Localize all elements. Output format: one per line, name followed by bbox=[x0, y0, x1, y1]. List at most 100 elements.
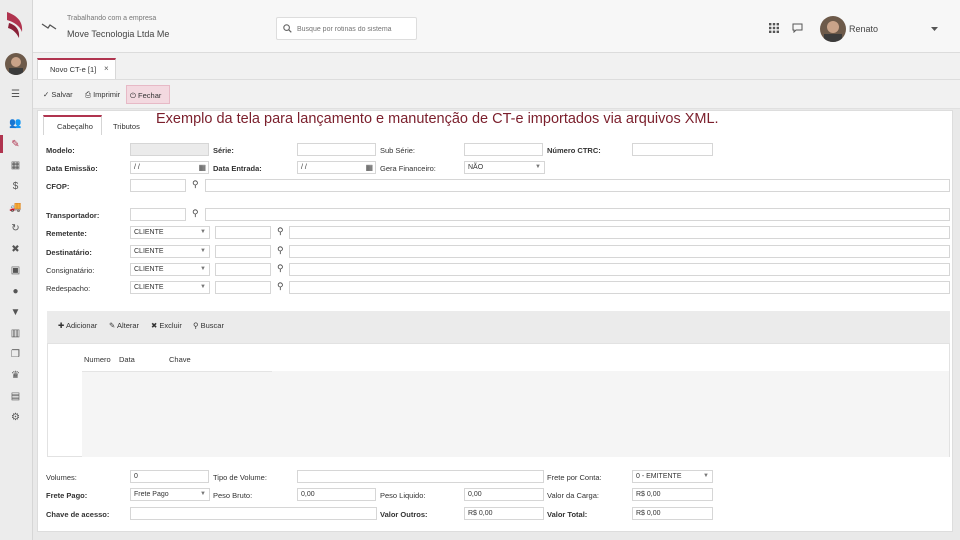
data-emissao-label: Data Emissão: bbox=[46, 164, 98, 173]
dropdown-arrow-icon: ▼ bbox=[535, 164, 541, 170]
dropdown-arrow-icon: ▼ bbox=[200, 229, 206, 235]
x-icon: ✖ bbox=[151, 321, 158, 330]
column-header[interactable]: Chave bbox=[169, 355, 191, 364]
settings-icon[interactable]: ⚙ bbox=[9, 412, 22, 423]
close-button[interactable]: ⏻ Fechar bbox=[126, 85, 170, 104]
remetente-name-field[interactable] bbox=[289, 226, 950, 239]
redespacho-lookup-icon[interactable]: ⚲ bbox=[277, 281, 284, 292]
frete-pago-value: Frete Pago bbox=[134, 491, 169, 498]
calculator-icon[interactable]: ▦ bbox=[9, 160, 22, 171]
crown-icon[interactable]: ♛ bbox=[9, 370, 22, 381]
frete-por-conta-select[interactable]: 0 - EMITENTE ▼ bbox=[632, 470, 713, 483]
truck-icon[interactable]: 🚚 bbox=[9, 202, 22, 213]
frete-pago-select[interactable]: Frete Pago ▼ bbox=[130, 488, 210, 501]
modelo-field[interactable] bbox=[130, 143, 209, 156]
valor-carga-field[interactable]: R$ 0,00 bbox=[632, 488, 713, 501]
tipo-volume-field[interactable] bbox=[297, 470, 544, 483]
data-emissao-field[interactable]: / / ▦ bbox=[130, 161, 209, 174]
numero-ctrc-field[interactable] bbox=[632, 143, 713, 156]
data-entrada-field[interactable]: / / ▦ bbox=[297, 161, 376, 174]
users-icon[interactable]: 👥 bbox=[9, 118, 22, 129]
valor-outros-field[interactable]: R$ 0,00 bbox=[464, 507, 544, 520]
user-name[interactable]: Renato bbox=[849, 24, 878, 34]
tab-label: Novo CT-e [1] bbox=[50, 65, 97, 74]
power-icon: ⏻ bbox=[130, 91, 136, 100]
dollar-icon[interactable]: $ bbox=[9, 181, 22, 192]
menu-toggle-icon[interactable]: ☰ bbox=[9, 89, 22, 100]
remetente-lookup-icon[interactable]: ⚲ bbox=[277, 226, 284, 237]
consignatario-lookup-icon[interactable]: ⚲ bbox=[277, 263, 284, 274]
cfop-code-field[interactable] bbox=[130, 179, 186, 192]
delete-button[interactable]: ✖ Excluir bbox=[151, 321, 182, 330]
filter-icon[interactable]: ▼ bbox=[9, 307, 22, 318]
serie-label: Série: bbox=[213, 146, 234, 155]
redespacho-type-select[interactable]: CLIENTE ▼ bbox=[130, 281, 210, 294]
cfop-description-field[interactable] bbox=[205, 179, 950, 192]
app-logo[interactable] bbox=[4, 10, 26, 40]
apps-grid-icon[interactable] bbox=[769, 23, 779, 33]
column-header[interactable]: Data bbox=[119, 355, 135, 364]
close-tab-icon[interactable]: × bbox=[104, 64, 109, 73]
peso-bruto-field[interactable]: 0,00 bbox=[297, 488, 376, 501]
tools-icon[interactable]: ✎ bbox=[9, 139, 22, 150]
valor-total-field[interactable]: R$ 0,00 bbox=[632, 507, 713, 520]
id-card-icon[interactable]: ▣ bbox=[9, 265, 22, 276]
transportador-lookup-icon[interactable]: ⚲ bbox=[192, 208, 199, 219]
sidebar-avatar[interactable] bbox=[5, 53, 27, 75]
volumes-field[interactable]: 0 bbox=[130, 470, 209, 483]
coins-icon[interactable]: ● bbox=[9, 286, 22, 297]
calendar-icon[interactable]: ▦ bbox=[198, 162, 206, 173]
search-input[interactable] bbox=[295, 21, 415, 37]
edit-label: Alterar bbox=[116, 321, 140, 330]
remetente-code-field[interactable] bbox=[215, 226, 271, 239]
consignatario-code-field[interactable] bbox=[215, 263, 271, 276]
destinatario-code-field[interactable] bbox=[215, 245, 271, 258]
transportador-label: Transportador: bbox=[46, 211, 100, 220]
remetente-type-select[interactable]: CLIENTE ▼ bbox=[130, 226, 210, 239]
frete-por-conta-label: Frete por Conta: bbox=[547, 473, 602, 482]
add-label: Adicionar bbox=[65, 321, 98, 330]
save-button[interactable]: ✓ Salvar bbox=[40, 85, 76, 104]
company-switch-icon[interactable] bbox=[41, 22, 57, 32]
add-button[interactable]: ✚ Adicionar bbox=[58, 321, 97, 330]
documents-icon[interactable]: ❐ bbox=[9, 349, 22, 360]
transportador-name-field[interactable] bbox=[205, 208, 950, 221]
redespacho-name-field[interactable] bbox=[289, 281, 950, 294]
column-header[interactable]: Numero bbox=[84, 355, 111, 364]
sitemap-icon[interactable]: ▤ bbox=[9, 391, 22, 402]
sub-serie-field[interactable] bbox=[464, 143, 543, 156]
user-menu-chevron-icon[interactable] bbox=[931, 27, 938, 32]
peso-liquido-field[interactable]: 0,00 bbox=[464, 488, 544, 501]
search-button[interactable]: ⚲ Buscar bbox=[193, 321, 224, 330]
destinatario-type-select[interactable]: CLIENTE ▼ bbox=[130, 245, 210, 258]
tipo-volume-label: Tipo de Volume: bbox=[213, 473, 267, 482]
edit-button[interactable]: ✎ Alterar bbox=[109, 321, 139, 330]
consignatario-name-field[interactable] bbox=[289, 263, 950, 276]
refresh-icon[interactable]: ↻ bbox=[9, 223, 22, 234]
system-search[interactable] bbox=[276, 17, 417, 40]
grid-rows-area[interactable] bbox=[82, 371, 949, 457]
consignatario-type-select[interactable]: CLIENTE ▼ bbox=[130, 263, 210, 276]
destinatario-lookup-icon[interactable]: ⚲ bbox=[277, 245, 284, 256]
redespacho-code-field[interactable] bbox=[215, 281, 271, 294]
cfop-lookup-icon[interactable]: ⚲ bbox=[192, 179, 199, 190]
print-button[interactable]: ⎙ Imprimir bbox=[82, 85, 123, 104]
tab-novo-cte[interactable]: Novo CT-e [1] × bbox=[37, 58, 116, 79]
company-name[interactable]: Move Tecnologia Ltda Me bbox=[67, 29, 169, 39]
wrench-icon[interactable]: ✖ bbox=[9, 244, 22, 255]
user-avatar[interactable] bbox=[820, 16, 846, 42]
tab-cabecalho[interactable]: Cabeçalho bbox=[43, 115, 102, 135]
transportador-code-field[interactable] bbox=[130, 208, 186, 221]
chave-acesso-label: Chave de acesso: bbox=[46, 510, 110, 519]
chat-icon[interactable] bbox=[792, 23, 803, 33]
chart-icon[interactable]: ▥ bbox=[9, 328, 22, 339]
grid-toolbar: ✚ Adicionar ✎ Alterar ✖ Excluir ⚲ Buscar bbox=[47, 311, 950, 343]
tab-tributos[interactable]: Tributos bbox=[113, 122, 140, 131]
plus-icon: ✚ bbox=[58, 321, 65, 330]
gera-financeiro-select[interactable]: NÃO ▼ bbox=[464, 161, 545, 174]
pencil-icon: ✎ bbox=[109, 321, 116, 330]
serie-field[interactable] bbox=[297, 143, 376, 156]
destinatario-name-field[interactable] bbox=[289, 245, 950, 258]
chave-acesso-field[interactable] bbox=[130, 507, 377, 520]
calendar-icon[interactable]: ▦ bbox=[365, 162, 373, 173]
